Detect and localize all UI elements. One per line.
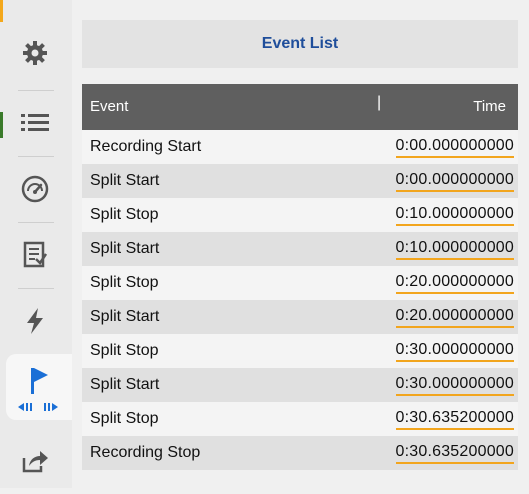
event-name: Split Stop [90, 342, 159, 359]
event-time[interactable]: 0:10.000000000 [395, 239, 514, 260]
event-time[interactable]: 0:30.000000000 [395, 341, 514, 362]
table-row[interactable]: Split Start 0:30.000000000 [82, 368, 518, 402]
main-panel: Event List Event | Time Recording Start 0… [72, 0, 529, 488]
column-header-time[interactable]: Time [473, 98, 506, 115]
event-time[interactable]: 0:10.000000000 [395, 205, 514, 226]
table-header: Event | Time [82, 84, 518, 130]
table-row[interactable]: Recording Start 0:00.000000000 [82, 130, 518, 164]
sidebar-item-report[interactable] [8, 222, 62, 288]
sidebar-item-settings[interactable] [8, 20, 62, 86]
event-time[interactable]: 0:00.000000000 [395, 171, 514, 192]
column-resize-handle[interactable]: | [377, 94, 381, 112]
title-bar: Event List [82, 20, 518, 68]
event-time[interactable]: 0:30.635200000 [395, 443, 514, 464]
table-row[interactable]: Split Stop 0:10.000000000 [82, 198, 518, 232]
event-name: Split Start [90, 376, 160, 393]
column-header-event[interactable]: Event [90, 98, 128, 115]
event-name: Recording Stop [90, 444, 201, 461]
flag-icon [31, 368, 48, 394]
table-row[interactable]: Split Start 0:10.000000000 [82, 232, 518, 266]
sidebar-accent-mark [0, 0, 3, 22]
sidebar-green-mark [0, 112, 3, 138]
sidebar-item-gauge[interactable] [8, 156, 62, 222]
report-icon [23, 241, 47, 268]
table-row[interactable]: Split Stop 0:30.000000000 [82, 334, 518, 368]
event-name: Split Start [90, 240, 160, 257]
lightning-icon [27, 308, 43, 334]
page-title: Event List [261, 35, 339, 52]
event-time[interactable]: 0:30.635200000 [395, 409, 514, 430]
event-name: Recording Start [90, 138, 202, 155]
table-row[interactable]: Split Stop 0:20.000000000 [82, 266, 518, 300]
event-table: Event | Time Recording Start 0:00.0000000… [82, 84, 518, 470]
list-icon [21, 114, 49, 131]
navigation-arrows-icon [18, 403, 58, 411]
event-name: Split Start [90, 172, 160, 189]
event-name: Split Stop [90, 206, 159, 223]
sidebar [0, 0, 72, 488]
table-row[interactable]: Split Stop 0:30.635200000 [82, 402, 518, 436]
gear-icon [23, 41, 47, 65]
sidebar-item-list[interactable] [8, 90, 62, 156]
event-time[interactable]: 0:20.000000000 [395, 307, 514, 328]
event-time[interactable]: 0:20.000000000 [395, 273, 514, 294]
sidebar-item-export[interactable] [8, 428, 62, 494]
event-name: Split Start [90, 308, 160, 325]
sidebar-item-events[interactable] [6, 354, 72, 420]
event-time[interactable]: 0:00.000000000 [395, 137, 514, 158]
sidebar-item-lightning[interactable] [8, 288, 62, 354]
table-row[interactable]: Split Start 0:20.000000000 [82, 300, 518, 334]
event-name: Split Stop [90, 274, 159, 291]
table-row[interactable]: Recording Stop 0:30.635200000 [82, 436, 518, 470]
table-row[interactable]: Split Start 0:00.000000000 [82, 164, 518, 198]
gauge-icon [21, 175, 49, 203]
export-icon [22, 451, 48, 473]
event-time[interactable]: 0:30.000000000 [395, 375, 514, 396]
event-name: Split Stop [90, 410, 159, 427]
table-body: Recording Start 0:00.000000000 Split Start… [82, 130, 518, 470]
